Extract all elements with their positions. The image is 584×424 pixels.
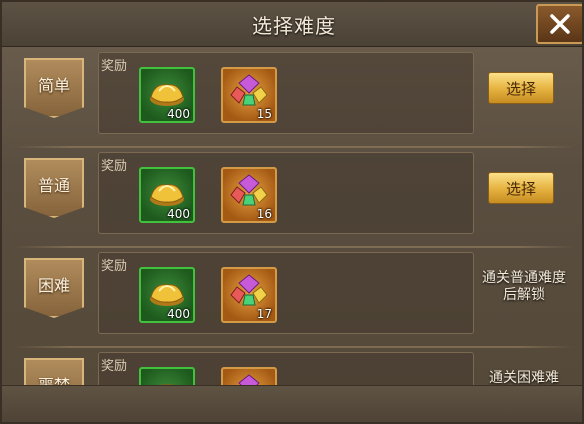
difficulty-tag: 困难 <box>24 258 84 318</box>
gold-reward-item[interactable]: 400 <box>139 167 195 223</box>
row-divider <box>14 346 574 348</box>
row-divider <box>14 246 574 248</box>
title-bar: 选择难度 <box>2 2 582 47</box>
difficulty-list[interactable]: 简单 奖励 400 15 选择 普通 奖励 400 16 选择 困难 奖励 40… <box>14 50 574 390</box>
item-quantity: 400 <box>167 307 190 321</box>
bottom-bar <box>2 385 582 422</box>
reward-panel: 奖励 400 16 <box>98 152 474 234</box>
item-quantity: 16 <box>256 207 272 221</box>
gold-reward-item[interactable]: 400 <box>139 267 195 323</box>
difficulty-tag: 简单 <box>24 58 84 118</box>
unlock-condition: 通关普通难度后解锁 <box>482 270 566 303</box>
close-button[interactable] <box>536 4 582 44</box>
row-divider <box>14 146 574 148</box>
difficulty-label: 普通 <box>37 176 70 195</box>
gold-reward-item[interactable]: 400 <box>139 67 195 123</box>
gem-reward-item[interactable]: 16 <box>221 167 277 223</box>
item-quantity: 400 <box>167 107 190 121</box>
reward-label: 奖励 <box>101 259 128 274</box>
reward-label: 奖励 <box>101 159 128 174</box>
difficulty-row-normal: 普通 奖励 400 16 选择 <box>14 150 574 248</box>
difficulty-tag: 普通 <box>24 158 84 218</box>
reward-panel: 奖励 400 17 <box>98 252 474 334</box>
reward-label: 奖励 <box>101 59 128 74</box>
difficulty-label: 简单 <box>37 76 70 95</box>
item-quantity: 15 <box>256 107 272 121</box>
close-icon <box>550 14 570 34</box>
difficulty-label: 困难 <box>37 276 70 295</box>
select-button[interactable]: 选择 <box>488 172 554 204</box>
dialog-title: 选择难度 <box>252 14 336 38</box>
gem-reward-item[interactable]: 17 <box>221 267 277 323</box>
item-quantity: 400 <box>167 207 190 221</box>
difficulty-row-hard: 困难 奖励 400 17 通关普通难度后解锁 <box>14 250 574 348</box>
reward-label: 奖励 <box>101 359 128 374</box>
difficulty-dialog: 选择难度 简单 奖励 400 15 选择 普通 奖励 400 16 选择 困难 … <box>0 0 584 424</box>
item-quantity: 17 <box>256 307 272 321</box>
difficulty-row-easy: 简单 奖励 400 15 选择 <box>14 50 574 148</box>
reward-panel: 奖励 400 15 <box>98 52 474 134</box>
select-button[interactable]: 选择 <box>488 72 554 104</box>
gem-reward-item[interactable]: 15 <box>221 67 277 123</box>
difficulty-row-nightmare: 噩梦 奖励 通关困难难 <box>14 350 574 390</box>
